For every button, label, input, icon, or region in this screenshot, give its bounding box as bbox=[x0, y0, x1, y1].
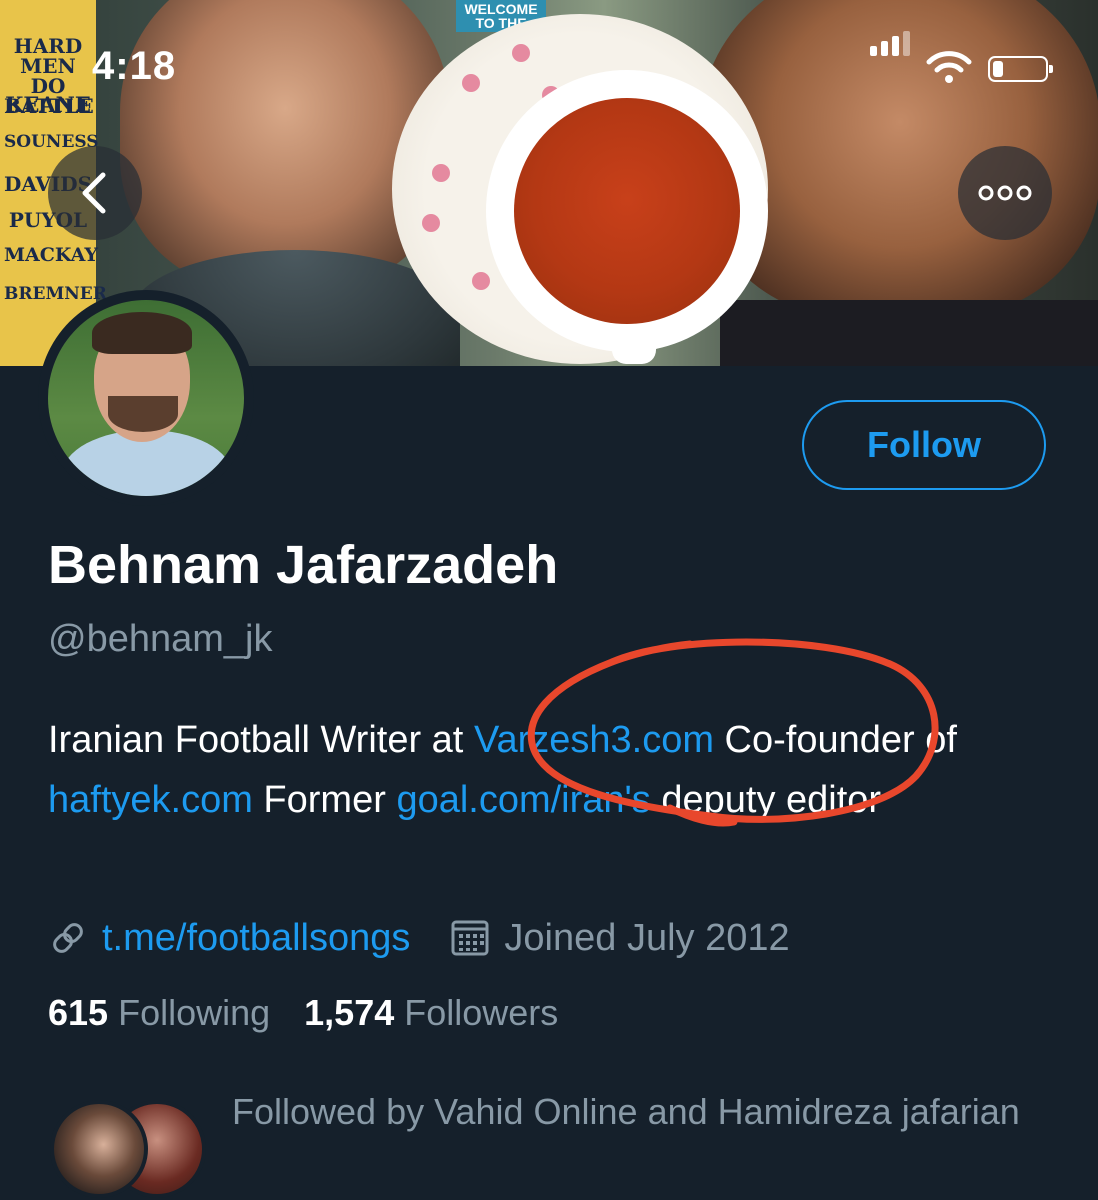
magazine-name: BREMNER bbox=[4, 284, 107, 304]
following-label: Following bbox=[118, 992, 271, 1033]
website-item[interactable]: t.me/footballsongs bbox=[48, 917, 410, 960]
website-link[interactable]: t.me/footballsongs bbox=[102, 917, 410, 960]
red-circle-annotation bbox=[527, 638, 939, 827]
magazine-name: MACKAY bbox=[4, 244, 98, 266]
followers-label: Followers bbox=[404, 992, 559, 1033]
bio-text: Iranian Football Writer at bbox=[48, 719, 474, 761]
bio-text: Former bbox=[252, 779, 397, 821]
following-count-link[interactable]: 615 Following bbox=[48, 992, 270, 1034]
calendar-icon bbox=[451, 920, 489, 956]
follow-button[interactable]: Follow bbox=[802, 400, 1046, 490]
joined-date: Joined July 2012 bbox=[504, 916, 790, 959]
more-horizontal-icon bbox=[978, 185, 1032, 201]
bio-link-haftyek[interactable]: haftyek.com bbox=[48, 779, 253, 821]
follow-counts: 615 Following 1,574 Followers bbox=[48, 992, 592, 1034]
user-handle: @behnam_jk bbox=[48, 618, 273, 660]
blossom-decoration bbox=[462, 74, 480, 92]
profile-meta: t.me/footballsongs Joined July 2012 bbox=[48, 908, 790, 968]
blossom-decoration bbox=[472, 272, 490, 290]
joined-item: Joined July 2012 bbox=[450, 916, 790, 960]
profile-avatar[interactable] bbox=[38, 290, 254, 506]
blossom-decoration bbox=[512, 44, 530, 62]
link-icon bbox=[53, 923, 83, 953]
followed-by-text[interactable]: Followed by Vahid Online and Hamidreza j… bbox=[232, 1084, 1032, 1140]
avatar bbox=[50, 1100, 148, 1198]
chevron-left-icon bbox=[82, 172, 106, 214]
display-name: Behnam Jafarzadeh bbox=[48, 535, 559, 595]
status-time: 4:18 bbox=[92, 44, 177, 88]
followers-count: 1,574 bbox=[304, 992, 395, 1033]
avatar-photo bbox=[48, 300, 244, 496]
blossom-decoration bbox=[422, 214, 440, 232]
battery-icon bbox=[988, 56, 1053, 82]
magazine-name: KEANE bbox=[5, 92, 91, 117]
followed-by-avatars[interactable] bbox=[50, 1100, 210, 1198]
following-count: 615 bbox=[48, 992, 109, 1033]
more-options-button[interactable] bbox=[958, 146, 1052, 240]
blossom-decoration bbox=[432, 164, 450, 182]
cup-handle bbox=[612, 340, 656, 364]
back-button[interactable] bbox=[48, 146, 142, 240]
followers-count-link[interactable]: 1,574 Followers bbox=[304, 992, 558, 1034]
banner-suit bbox=[720, 300, 1098, 366]
tea bbox=[514, 98, 740, 324]
wifi-icon bbox=[926, 51, 972, 83]
